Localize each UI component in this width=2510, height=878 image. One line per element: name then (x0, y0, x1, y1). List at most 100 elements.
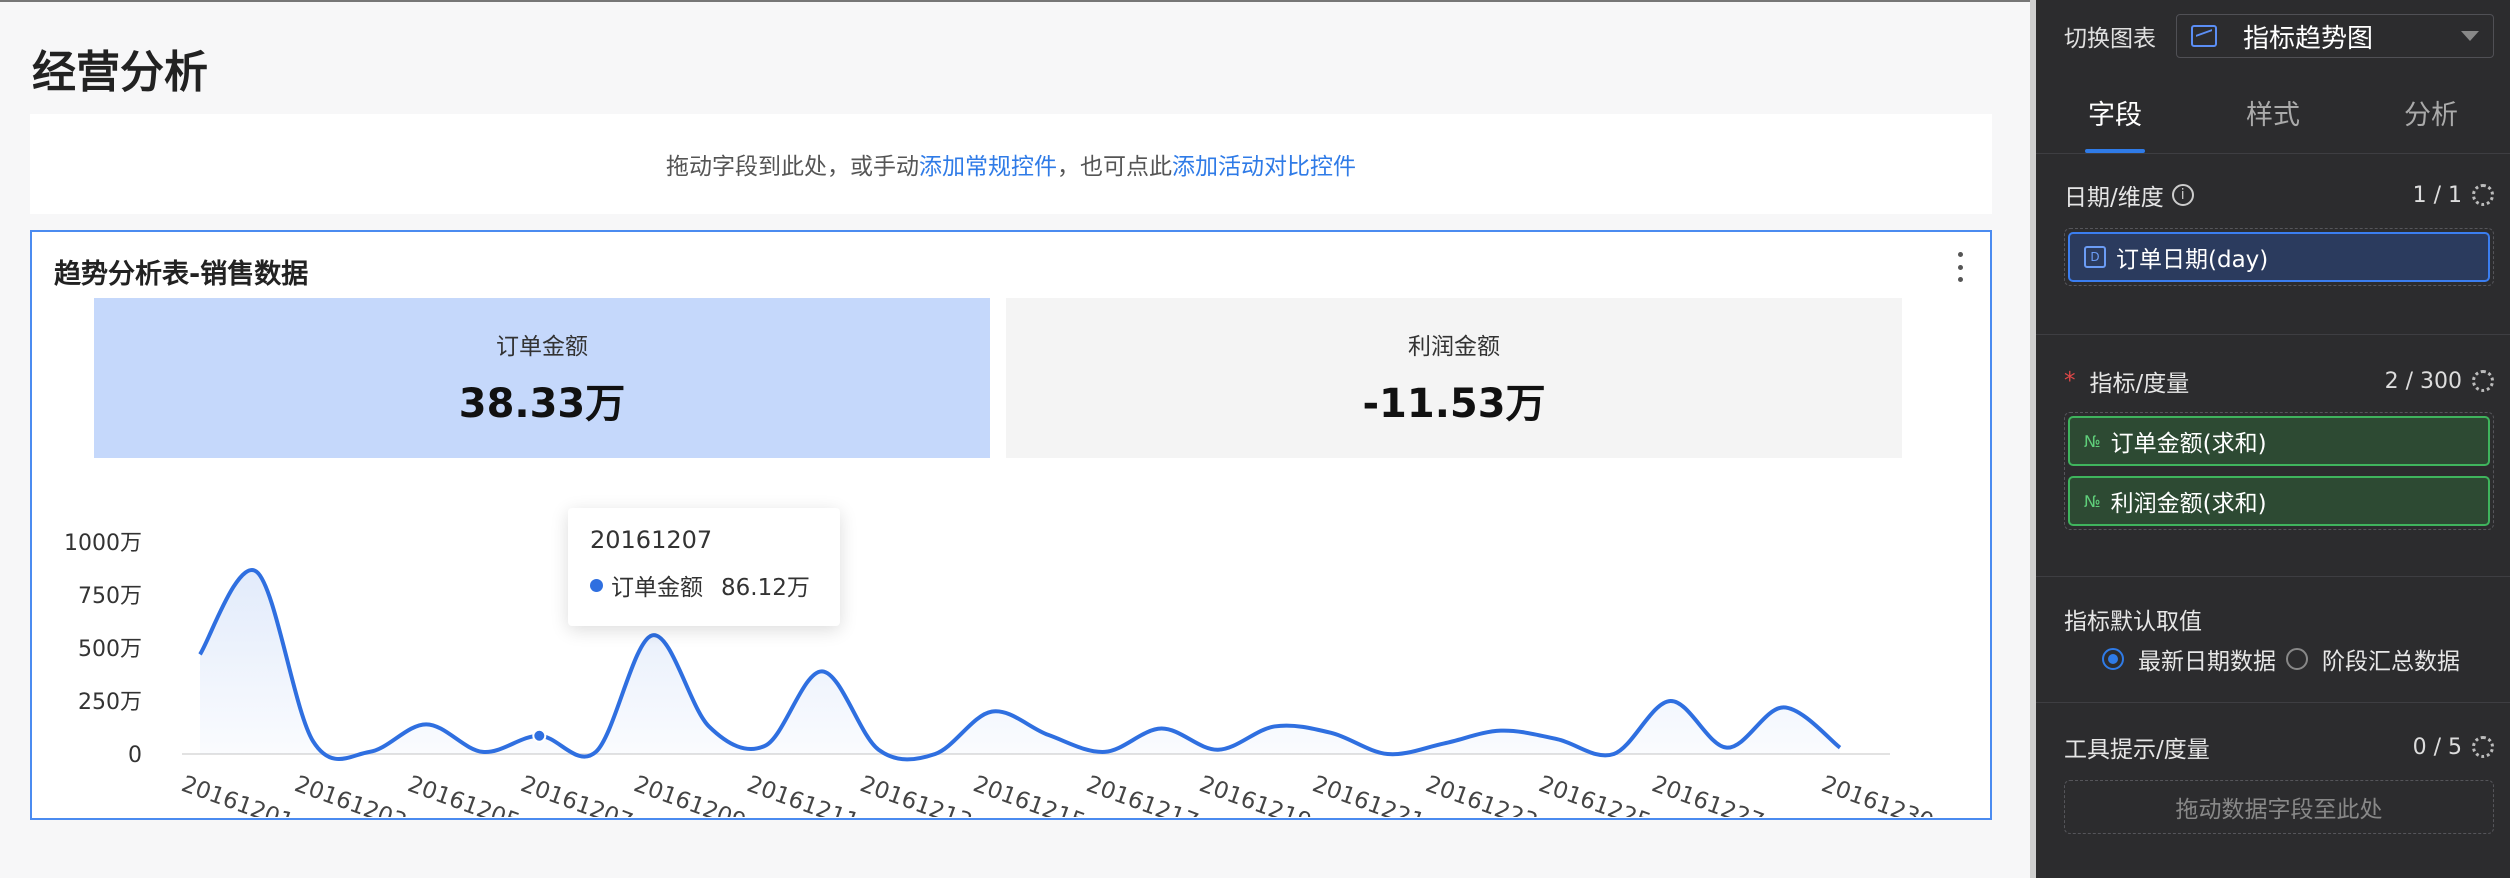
data-point[interactable] (1497, 727, 1505, 735)
chart-tooltip: 20161207 订单金额 86.12万 (568, 508, 840, 626)
data-point[interactable] (309, 737, 317, 745)
add-regular-control-link[interactable]: 添加常规控件 (919, 147, 1057, 181)
dimension-drop-zone[interactable]: D 订单日期(day) (2064, 228, 2494, 286)
data-point[interactable] (1779, 703, 1787, 711)
chart-card[interactable]: 趋势分析表-销售数据 订单金额 38.33万 利润金额 -11.53万 0 250… (30, 230, 1992, 820)
tooltip-series: 订单金额 (611, 575, 703, 601)
trend-chart[interactable]: 0250万500万750万1000万 201612012016120320161… (32, 472, 1990, 817)
x-tick-label: 20161227 (1648, 771, 1767, 817)
data-point[interactable] (1723, 744, 1731, 752)
radio-label[interactable]: 阶段汇总数据 (2322, 642, 2460, 676)
field-pill-order-amount[interactable]: № 订单金额(求和) (2068, 416, 2490, 466)
kpi-label: 订单金额 (496, 334, 588, 360)
tooltip-measure-title: 工具提示/度量 (2064, 737, 2210, 763)
y-tick-label: 250万 (78, 690, 142, 715)
y-tick-label: 500万 (78, 637, 142, 662)
gear-icon[interactable] (2472, 370, 2494, 392)
x-tick-label: 20161203 (291, 771, 410, 817)
data-point[interactable] (762, 742, 770, 750)
number-field-icon: № (2084, 491, 2101, 511)
gear-icon[interactable] (2472, 736, 2494, 758)
config-panel: 切换图表 指标趋势图 字段 样式 分析 日期/维度 i 1 / 1 D 订单日期… (2036, 0, 2510, 878)
data-point[interactable] (1157, 725, 1165, 733)
field-pill-profit-amount[interactable]: № 利润金额(求和) (2068, 476, 2490, 526)
data-point[interactable] (988, 708, 996, 716)
data-point[interactable] (1101, 748, 1109, 756)
chart-type-value: 指标趋势图 (2243, 23, 2374, 54)
field-pill-order-date[interactable]: D 订单日期(day) (2068, 232, 2490, 282)
radio-period-summary[interactable] (2286, 648, 2308, 670)
data-point[interactable] (253, 568, 261, 576)
kpi-card-profit-amount[interactable]: 利润金额 -11.53万 (1006, 298, 1902, 458)
kpi-card-order-amount[interactable]: 订单金额 38.33万 (94, 298, 990, 458)
divider (2036, 702, 2510, 703)
number-field-icon: № (2084, 431, 2101, 451)
tab-fields[interactable]: 字段 (2036, 84, 2194, 153)
drop-hint-middle: ，也可点此 (1057, 154, 1172, 180)
chart-title: 趋势分析表-销售数据 (54, 259, 309, 290)
tooltip-measure-drop-zone[interactable]: 拖动数据字段至此处 (2064, 780, 2494, 834)
data-point[interactable] (366, 748, 374, 756)
data-point[interactable] (1214, 746, 1222, 754)
data-point[interactable] (1270, 722, 1278, 730)
x-tick-label: 20161207 (517, 771, 636, 817)
data-point[interactable] (479, 748, 487, 756)
data-point[interactable] (818, 667, 826, 675)
y-tick-label: 750万 (78, 584, 142, 609)
tooltip-measure-header: 工具提示/度量 0 / 5 (2064, 730, 2494, 764)
gear-icon[interactable] (2472, 184, 2494, 206)
data-point[interactable] (1044, 731, 1052, 739)
x-tick-label: 20161205 (404, 771, 523, 817)
data-point[interactable] (705, 722, 713, 730)
data-point[interactable] (196, 650, 204, 658)
radio-latest-date[interactable] (2102, 648, 2124, 670)
data-point[interactable] (1553, 735, 1561, 743)
highlighted-data-point[interactable] (532, 728, 547, 743)
data-point[interactable] (592, 748, 600, 756)
dimension-header: 日期/维度 i 1 / 1 (2064, 178, 2494, 212)
chart-type-select[interactable]: 指标趋势图 (2176, 14, 2494, 58)
app-root: 经营分析 拖动字段到此处，或手动 添加常规控件 ，也可点此 添加活动对比控件 趋… (0, 0, 2510, 878)
data-point[interactable] (422, 720, 430, 728)
y-tick-label: 0 (128, 743, 142, 768)
measure-header: * 指标/度量 2 / 300 (2064, 364, 2494, 398)
data-point[interactable] (875, 746, 883, 754)
x-tick-label: 20161213 (857, 771, 976, 817)
info-icon[interactable]: i (2171, 184, 2194, 206)
data-point[interactable] (931, 750, 939, 758)
dimension-count: 1 / 1 (2412, 182, 2462, 208)
data-point[interactable] (1666, 697, 1674, 705)
measure-drop-zone[interactable]: № 订单金额(求和) № 利润金额(求和) (2064, 412, 2494, 530)
data-point[interactable] (1836, 744, 1844, 752)
x-tick-label: 20161230 (1818, 771, 1937, 817)
measure-title: 指标/度量 (2089, 371, 2190, 397)
add-activity-compare-link[interactable]: 添加活动对比控件 (1172, 147, 1356, 181)
x-tick-label: 20161225 (1535, 771, 1654, 817)
measure-count: 2 / 300 (2384, 368, 2462, 394)
data-point[interactable] (1384, 750, 1392, 758)
field-label: 订单金额(求和) (2110, 431, 2267, 457)
x-tick-label: 20161211 (743, 771, 862, 817)
x-tick-label: 20161223 (1422, 771, 1541, 817)
kpi-value: -11.53万 (1362, 381, 1546, 427)
page-title: 经营分析 (32, 47, 208, 98)
more-options-icon[interactable] (1954, 252, 1966, 282)
report-canvas: 经营分析 拖动字段到此处，或手动 添加常规控件 ，也可点此 添加活动对比控件 趋… (0, 0, 2030, 878)
caret-down-icon (2461, 31, 2479, 41)
drop-placeholder: 拖动数据字段至此处 (2175, 797, 2383, 823)
tab-style[interactable]: 样式 (2194, 84, 2352, 153)
drop-hint-prefix: 拖动字段到此处，或手动 (666, 154, 919, 180)
filter-drop-zone[interactable]: 拖动字段到此处，或手动 添加常规控件 ，也可点此 添加活动对比控件 (30, 114, 1992, 214)
divider (2036, 334, 2510, 335)
date-field-icon: D (2084, 246, 2106, 268)
data-point[interactable] (1610, 750, 1618, 758)
data-point[interactable] (648, 631, 656, 639)
trend-chart-icon (2191, 25, 2217, 47)
chart-switch-row: 切换图表 指标趋势图 (2064, 14, 2494, 58)
data-point[interactable] (1327, 729, 1335, 737)
tab-analysis[interactable]: 分析 (2352, 84, 2510, 153)
radio-label[interactable]: 最新日期数据 (2138, 642, 2276, 676)
panel-tabs: 字段 样式 分析 (2036, 84, 2510, 154)
y-tick-label: 1000万 (64, 531, 142, 556)
data-point[interactable] (1440, 739, 1448, 747)
